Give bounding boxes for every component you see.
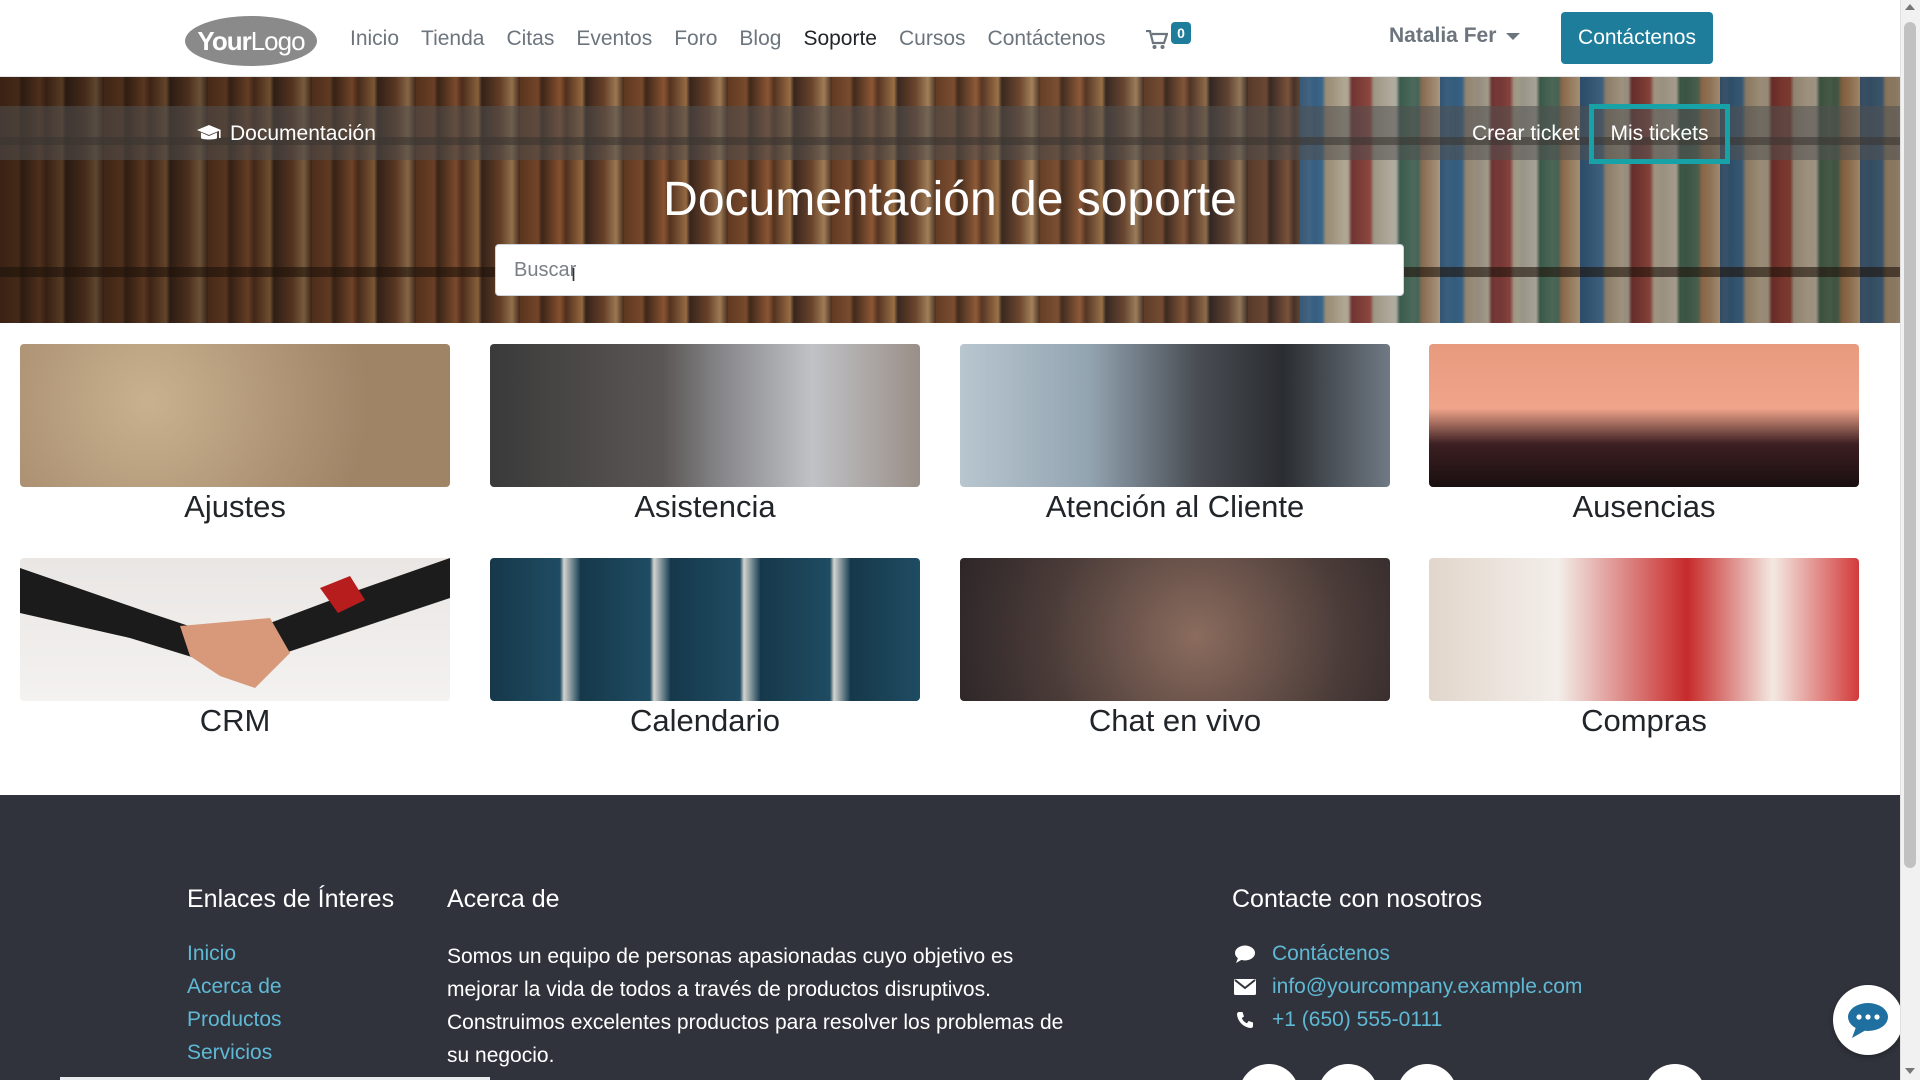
footer-contact-link[interactable]: Contáctenos [1232,942,1390,966]
envelope-icon [1232,979,1258,995]
category-card-ausencias[interactable]: Ausencias [1429,344,1859,525]
handshake-image [20,558,450,701]
category-label: Calendario [630,703,780,738]
contact-us-button[interactable]: Contáctenos [1561,12,1713,64]
menu-item-inicio[interactable]: Inicio [350,27,399,51]
category-card-crm[interactable]: CRM [20,558,450,739]
search-input[interactable] [495,244,1404,296]
menu-item-foro[interactable]: Foro [674,27,717,51]
documentation-link-label: Documentación [230,122,376,145]
logo-text-bold: Your [197,25,251,56]
category-label: Asistencia [634,489,776,524]
comment-icon [1232,944,1258,964]
footer-about-text: Somos un equipo de personas apasionadas … [447,945,1064,1067]
cart-count-badge: 0 [1171,22,1191,44]
menu-item-cursos[interactable]: Cursos [899,27,966,51]
category-label: Chat en vivo [1088,703,1262,738]
user-name: Natalia Fer [1389,24,1497,47]
footer-email-label: info@yourcompany.example.com [1272,975,1583,998]
company-logo[interactable]: Your Logo [185,16,317,66]
shopping-cart-icon [1146,30,1168,49]
menu-item-contactenos[interactable]: Contáctenos [988,27,1106,51]
phone-typing-image [960,558,1390,701]
live-chat-button[interactable] [1833,985,1903,1055]
menu-item-tienda[interactable]: Tienda [421,27,484,51]
wristwatch-image [490,344,920,487]
handshake-illustration [20,558,450,688]
footer-link-productos[interactable]: Productos [187,1008,282,1032]
user-menu-dropdown[interactable]: Natalia Fer [1389,24,1521,48]
cart-link[interactable]: 0 [1146,22,1196,54]
my-tickets-link[interactable]: Mis tickets [1589,104,1730,164]
category-label: Compras [1581,703,1707,738]
footer-about-heading: Acerca de [447,885,560,913]
footer-link-inicio[interactable]: Inicio [187,942,236,966]
category-label: CRM [199,703,271,738]
shopping-bags-image [1429,558,1859,701]
category-card-compras[interactable]: Compras [1429,558,1859,739]
category-card-calendario[interactable]: Calendario [490,558,920,739]
category-card-chat-en-vivo[interactable]: Chat en vivo [960,558,1390,739]
footer-link-servicios[interactable]: Servicios [187,1041,272,1065]
phone-icon [1232,1011,1258,1029]
text-cursor-icon: I [571,265,577,285]
footer-contact-heading: Contacte con nosotros [1232,885,1483,913]
documentation-link[interactable]: Documentación [196,122,376,146]
footer-link-acerca-de[interactable]: Acerca de [187,975,282,999]
menu-item-eventos[interactable]: Eventos [576,27,652,51]
category-label: Ajustes [184,489,286,524]
support-agent-image [960,344,1390,487]
category-card-atencion-cliente[interactable]: Atención al Cliente [960,344,1390,525]
scrollbar-thumb[interactable] [1904,22,1916,868]
caret-down-icon [1506,32,1521,40]
footer-contact-label: Contáctenos [1272,942,1390,965]
footer-email-link[interactable]: info@yourcompany.example.com [1232,975,1582,999]
tools-image [20,344,450,487]
create-ticket-link[interactable]: Crear ticket [1472,122,1579,146]
scroll-down-arrow-icon[interactable] [1905,1068,1915,1074]
graduation-cap-icon [197,125,221,140]
logo-text-light: Logo [250,25,306,56]
menu-item-blog[interactable]: Blog [739,27,781,51]
footer-links-heading: Enlaces de Ínteres [187,885,395,913]
flip-clock-image [490,558,920,701]
top-navbar: Your Logo Inicio Tienda Citas Eventos For… [0,0,1900,77]
menu-item-soporte[interactable]: Soporte [803,27,877,51]
footer-phone-link[interactable]: +1 (650) 555-0111 [1232,1008,1442,1032]
my-tickets-label: Mis tickets [1610,122,1709,145]
main-menu: Inicio Tienda Citas Eventos Foro Blog So… [350,0,1105,77]
category-label: Atención al Cliente [1045,489,1305,524]
footer-phone-label: +1 (650) 555-0111 [1272,1008,1443,1031]
menu-item-citas[interactable]: Citas [506,27,554,51]
palm-sunset-image [1429,344,1859,487]
page-title: Documentación de soporte [663,173,1237,226]
category-label: Ausencias [1572,489,1716,524]
category-card-asistencia[interactable]: Asistencia [490,344,920,525]
category-card-ajustes[interactable]: Ajustes [20,344,450,525]
chat-bubble-icon [1848,1003,1888,1038]
scroll-up-arrow-icon[interactable] [1905,4,1915,10]
